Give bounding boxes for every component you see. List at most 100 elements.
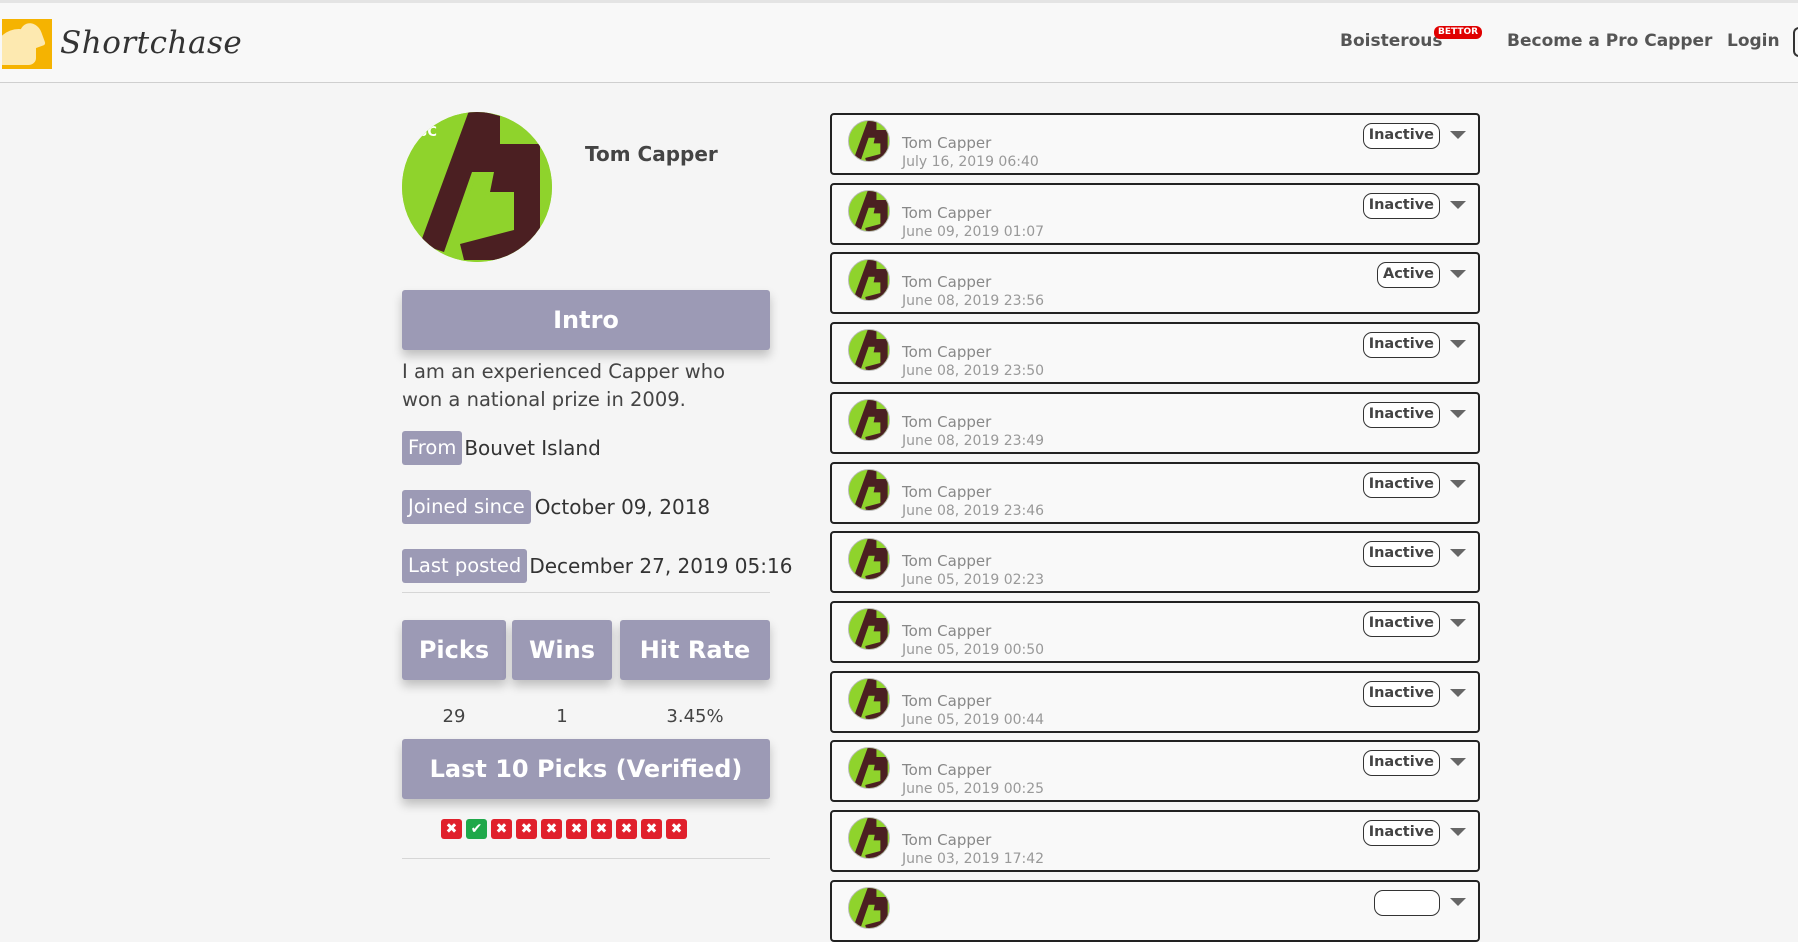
pick-card[interactable]: Tom Capper June 08, 2019 23:50 Inactive [830, 322, 1480, 385]
status-badge: Inactive [1362, 680, 1440, 707]
pick-capper-name: Tom Capper [902, 482, 992, 501]
divider [402, 592, 770, 593]
pick-capper-name: Tom Capper [902, 273, 992, 292]
chevron-down-icon[interactable] [1450, 479, 1466, 488]
joined-row: Joined since October 09, 2018 [402, 490, 710, 524]
pick-date: June 05, 2019 00:25 [902, 781, 1045, 798]
status-badge: Inactive [1362, 471, 1440, 498]
chevron-down-icon[interactable] [1450, 270, 1466, 279]
pick-capper-name: Tom Capper [902, 691, 992, 710]
picks-heading[interactable]: Picks [402, 620, 506, 680]
status-badge: Inactive [1362, 541, 1440, 568]
capper-avatar-icon [848, 747, 890, 790]
chevron-down-icon[interactable] [1450, 688, 1466, 697]
last-10-picks-heading[interactable]: Last 10 Picks (Verified) [402, 739, 770, 799]
from-row: From Bouvet Island [402, 431, 601, 465]
capper-avatar-icon [848, 677, 890, 720]
hit-rate-heading[interactable]: Hit Rate [620, 620, 770, 680]
status-badge [1374, 889, 1440, 916]
pick-card[interactable]: Tom Capper June 08, 2019 23:46 Inactive [830, 461, 1480, 524]
capper-avatar-icon [848, 189, 890, 232]
intro-text: I am an experienced Capper who won a nat… [402, 360, 726, 411]
capper-name: Tom Capper [585, 142, 718, 166]
pick-date: June 08, 2019 23:50 [902, 363, 1045, 380]
x-mark-icon: ✖ [591, 819, 612, 839]
x-mark-icon: ✖ [516, 819, 537, 839]
pick-card[interactable] [830, 879, 1480, 942]
pick-card[interactable]: Tom Capper June 09, 2019 01:07 Inactive [830, 182, 1480, 245]
divider [402, 858, 770, 859]
last-posted-value: December 27, 2019 05:16 [529, 554, 793, 578]
from-label: From [402, 431, 463, 465]
pick-card[interactable]: Tom Capper June 05, 2019 00:25 Inactive [830, 740, 1480, 803]
pick-card[interactable]: Tom Capper June 08, 2019 23:56 Active [830, 252, 1480, 315]
x-mark-icon: ✖ [541, 819, 562, 839]
status-badge: Inactive [1362, 332, 1440, 359]
capper-avatar-icon: SC [402, 112, 552, 262]
chevron-down-icon[interactable] [1450, 897, 1466, 906]
capper-avatar-icon [848, 120, 890, 162]
chevron-down-icon[interactable] [1450, 549, 1466, 558]
check-mark-icon: ✔ [466, 819, 487, 839]
status-badge: Inactive [1362, 610, 1440, 637]
chevron-down-icon[interactable] [1450, 409, 1466, 418]
chevron-down-icon[interactable] [1450, 131, 1466, 139]
pick-date: July 16, 2019 06:40 [902, 154, 1039, 170]
capper-avatar-icon [848, 538, 890, 581]
status-badge: Active [1376, 262, 1440, 289]
chevron-down-icon[interactable] [1450, 758, 1466, 767]
pick-card[interactable]: Tom Capper June 03, 2019 17:42 Inactive [830, 810, 1480, 872]
intro-heading[interactable]: Intro [402, 290, 770, 350]
capper-avatar-icon [848, 329, 890, 372]
user-role-badge: BETTOR [1434, 26, 1483, 39]
brand-name[interactable]: Shortchase [60, 25, 242, 61]
pick-date: June 08, 2019 23:46 [902, 502, 1045, 519]
capper-avatar-icon [848, 398, 890, 441]
last-10-picks-results: ✖ ✔ ✖ ✖ ✖ ✖ ✖ ✖ ✖ ✖ [441, 819, 687, 839]
joined-value: October 09, 2018 [534, 495, 711, 519]
pick-date: June 03, 2019 17:42 [902, 851, 1045, 867]
nav-become-pro-link[interactable]: Become a Pro Capper [1507, 31, 1712, 51]
capper-avatar-icon [848, 259, 890, 302]
pick-card[interactable]: Tom Capper June 05, 2019 02:23 Inactive [830, 531, 1480, 594]
pick-capper-name: Tom Capper [902, 134, 992, 152]
from-value: Bouvet Island [464, 436, 601, 460]
x-mark-icon: ✖ [666, 819, 687, 839]
pick-date: June 05, 2019 02:23 [902, 572, 1045, 589]
pick-date: June 08, 2019 23:49 [902, 432, 1045, 449]
pick-capper-name: Tom Capper [902, 761, 992, 780]
x-mark-icon: ✖ [566, 819, 587, 839]
pick-date: June 05, 2019 00:44 [902, 711, 1045, 728]
nav-user-link[interactable]: Boisterous [1340, 31, 1443, 51]
pick-date: June 08, 2019 23:56 [902, 293, 1045, 310]
wins-value: 1 [556, 706, 568, 727]
chevron-down-icon[interactable] [1450, 828, 1466, 836]
pick-capper-name: Tom Capper [902, 203, 992, 222]
pick-capper-name: Tom Capper [902, 831, 992, 849]
pick-card[interactable]: Tom Capper July 16, 2019 06:40 Inactive [830, 113, 1480, 175]
nav-toggle-button[interactable] [1793, 27, 1798, 57]
pick-date: June 05, 2019 00:50 [902, 641, 1045, 658]
x-mark-icon: ✖ [441, 819, 462, 839]
pick-card[interactable]: Tom Capper June 05, 2019 00:50 Inactive [830, 600, 1480, 663]
pick-card[interactable]: Tom Capper June 05, 2019 00:44 Inactive [830, 670, 1480, 733]
capper-avatar-icon [848, 607, 890, 650]
chevron-down-icon[interactable] [1450, 340, 1466, 349]
wins-heading[interactable]: Wins [512, 620, 612, 680]
navbar: Shortchase Boisterous BETTOR Become a Pr… [0, 3, 1798, 83]
status-badge: Inactive [1362, 820, 1440, 846]
pick-capper-name: Tom Capper [902, 552, 992, 571]
pick-capper-name: Tom Capper [902, 343, 992, 362]
pick-card[interactable]: Tom Capper June 08, 2019 23:49 Inactive [830, 391, 1480, 454]
x-mark-icon: ✖ [616, 819, 637, 839]
chevron-down-icon[interactable] [1450, 618, 1466, 627]
hit-rate-value: 3.45% [666, 706, 724, 727]
chevron-down-icon[interactable] [1450, 200, 1466, 209]
last-posted-row: Last posted December 27, 2019 05:16 [402, 549, 792, 583]
horse-logo-icon[interactable] [2, 19, 52, 69]
capper-avatar-icon [848, 468, 890, 511]
nav-login-link[interactable]: Login [1727, 31, 1780, 51]
joined-label: Joined since [402, 490, 531, 524]
status-badge: Inactive [1362, 750, 1440, 777]
x-mark-icon: ✖ [641, 819, 662, 839]
